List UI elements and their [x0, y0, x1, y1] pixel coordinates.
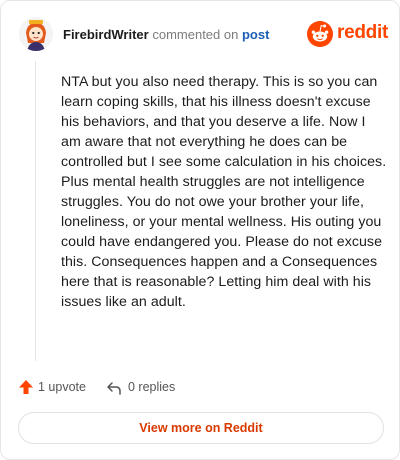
reply-count: 0 replies — [128, 380, 176, 394]
upvote-arrow-icon — [19, 380, 33, 394]
reddit-logo-icon — [307, 21, 333, 47]
view-more-button[interactable]: View more on Reddit — [18, 412, 384, 444]
reddit-wordmark: reddit — [337, 22, 388, 43]
comment-body: NTA but you also need therapy. This is s… — [61, 74, 387, 310]
embedded-comment-card: FirebirdWriter commented on post reddit … — [0, 0, 400, 460]
author-name[interactable]: FirebirdWriter — [63, 27, 149, 42]
upvote-count: 1 upvote — [38, 380, 86, 394]
reddit-brand[interactable]: reddit — [307, 21, 388, 47]
post-link[interactable]: post — [242, 27, 269, 42]
avatar-icon[interactable] — [19, 17, 53, 51]
comment-actions: 1 upvote 0 replies — [18, 377, 378, 399]
thread-line — [35, 61, 36, 361]
comment-header: FirebirdWriter commented on post reddit — [19, 17, 388, 51]
replies-button[interactable]: 0 replies — [106, 377, 206, 399]
meta-action-text: commented on — [152, 27, 239, 42]
reply-arrow-icon — [107, 382, 121, 395]
comment-meta: FirebirdWriter commented on post — [63, 27, 269, 42]
